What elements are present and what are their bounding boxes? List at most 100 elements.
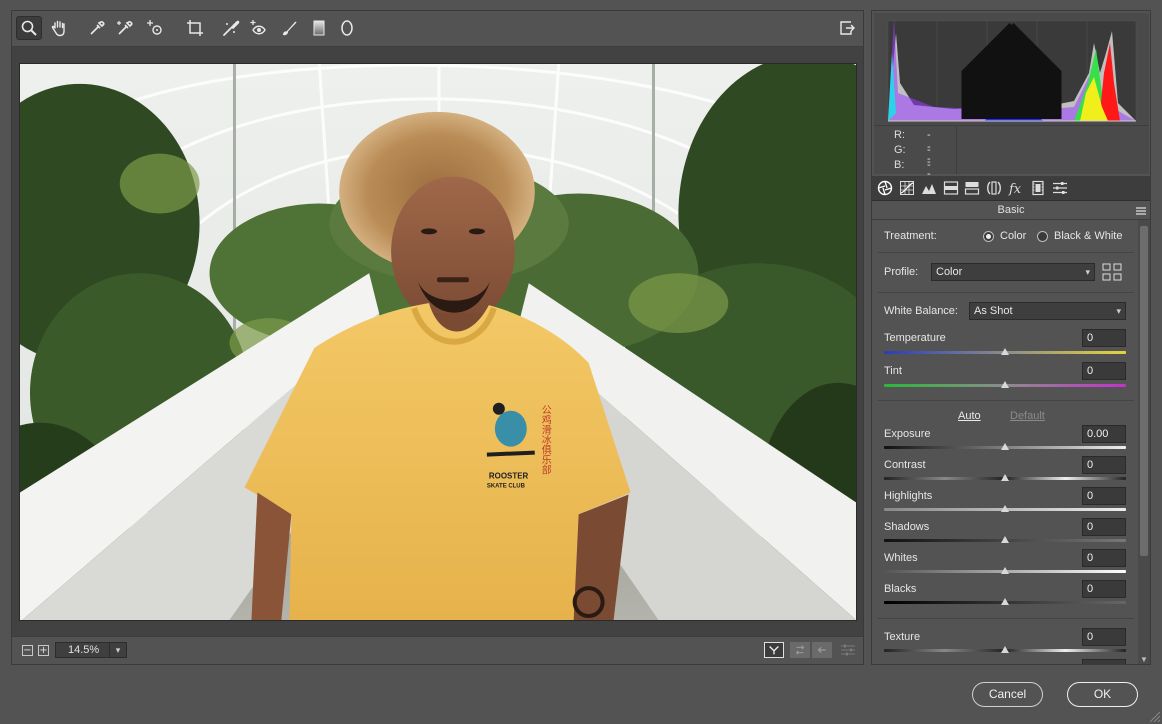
sliders-icon (1053, 182, 1067, 194)
white-balance-value: As Shot (974, 305, 1013, 317)
hand-tool[interactable] (46, 16, 72, 40)
film-strip-icon (1032, 180, 1044, 196)
treatment-label: Treatment: (884, 230, 937, 242)
open-preferences-icon (840, 21, 855, 35)
temperature-slider-thumb[interactable] (1001, 348, 1009, 355)
slider-label: Texture (884, 631, 921, 643)
fx-icon: fx (1008, 182, 1022, 196)
adjustment-brush-tool[interactable] (276, 16, 302, 40)
tab-lens-corrections[interactable] (984, 179, 1004, 197)
resize-grip-icon[interactable] (1150, 712, 1160, 722)
tab-split-toning[interactable] (962, 179, 982, 197)
spot-removal-tool[interactable] (218, 16, 244, 40)
temperature-value-input[interactable]: 0 (1082, 329, 1126, 347)
g-label: G: (894, 144, 906, 156)
profile-browser-grid-icon[interactable] (1102, 263, 1122, 281)
tab-detail[interactable] (919, 179, 939, 197)
before-after-toggle[interactable] (764, 642, 784, 658)
panel-menu-icon[interactable] (1136, 207, 1146, 215)
ok-button[interactable]: OK (1067, 682, 1138, 707)
profile-select[interactable]: Color ▾ (931, 263, 1095, 281)
graduated-filter-tool[interactable] (306, 16, 332, 40)
hand-icon (51, 20, 65, 37)
tab-basic[interactable] (875, 179, 895, 197)
white-balance-tool[interactable] (84, 16, 110, 40)
highlights-slider-thumb[interactable] (1001, 505, 1009, 512)
color-sampler-icon (117, 20, 133, 35)
swap-settings-button[interactable] (790, 642, 810, 658)
adjustment-brush-icon (283, 21, 297, 36)
tab-hsl[interactable] (941, 179, 961, 197)
targeted-adjustment-icon (147, 20, 162, 35)
divider (878, 292, 1134, 293)
scroll-down-arrow-icon[interactable]: ▼ (1140, 655, 1148, 664)
white-balance-eyedropper-icon (90, 20, 105, 35)
whites-value-input[interactable]: 0 (1082, 549, 1126, 567)
shirt-text-cjk: 公鸡滑冰俱乐部 (539, 405, 551, 476)
open-preferences-button[interactable] (834, 16, 860, 40)
chevron-down-icon: ▾ (109, 643, 126, 657)
white-balance-select[interactable]: As Shot ▾ (969, 302, 1126, 320)
zoom-level-select[interactable]: 14.5% ▾ (55, 642, 127, 658)
panel-scrollbar[interactable]: ▼ (1138, 220, 1150, 664)
tab-tone-curve[interactable] (897, 179, 917, 197)
shirt-text-2: SKATE CLUB (487, 483, 526, 489)
radial-filter-tool[interactable] (334, 16, 360, 40)
exposure-value-input[interactable]: 0.00 (1082, 425, 1126, 443)
auto-link[interactable]: Auto (958, 410, 981, 422)
radial-filter-icon (341, 20, 353, 36)
treatment-color-label[interactable]: Color (1000, 230, 1026, 242)
tab-calibration[interactable] (1028, 179, 1048, 197)
whites-slider-thumb[interactable] (1001, 567, 1009, 574)
zoom-out-button[interactable]: − (22, 645, 33, 656)
color-sampler-tool[interactable] (112, 16, 138, 40)
cancel-button[interactable]: Cancel (972, 682, 1043, 707)
crop-icon (187, 20, 203, 36)
image-preview-pane: ROOSTER SKATE CLUB 公鸡滑冰俱乐部 − + 14.5% ▾ (11, 10, 864, 665)
highlight-clipping-warning-icon[interactable] (872, 15, 1147, 127)
clarity-value-input[interactable] (1082, 659, 1126, 664)
blacks-slider-thumb[interactable] (1001, 598, 1009, 605)
profile-value: Color (936, 266, 963, 278)
exposure-slider-thumb[interactable] (1001, 443, 1009, 450)
contrast-slider-thumb[interactable] (1001, 474, 1009, 481)
targeted-adjustment-tool[interactable] (142, 16, 168, 40)
scrollbar-thumb[interactable] (1140, 226, 1148, 556)
panel-tab-bar: fx (872, 176, 1150, 201)
shadows-slider-thumb[interactable] (1001, 536, 1009, 543)
zoom-tool[interactable] (16, 16, 42, 40)
hsl-icon (943, 181, 959, 195)
profile-label: Profile: (884, 266, 919, 278)
tab-effects[interactable]: fx (1006, 179, 1026, 197)
red-eye-icon (250, 20, 266, 35)
treatment-color-radio[interactable] (983, 231, 994, 242)
divider (878, 400, 1134, 401)
chevron-down-icon: ▾ (1116, 306, 1121, 316)
zoom-in-button[interactable]: + (38, 645, 49, 656)
swap-icon (795, 645, 805, 655)
tint-slider-thumb[interactable] (1001, 381, 1009, 388)
toggle-settings-button[interactable] (838, 642, 858, 658)
divider (878, 618, 1134, 619)
contrast-value-input[interactable]: 0 (1082, 456, 1126, 474)
slider-label: Highlights (884, 490, 933, 502)
highlights-value-input[interactable]: 0 (1082, 487, 1126, 505)
svg-text:fx: fx (1008, 182, 1022, 196)
spot-removal-icon (223, 20, 240, 36)
tab-presets[interactable] (1050, 179, 1070, 197)
treatment-bw-radio[interactable] (1037, 231, 1048, 242)
treatment-bw-label[interactable]: Black & White (1054, 230, 1122, 242)
tint-value-input[interactable]: 0 (1082, 362, 1126, 380)
sliders-icon (841, 644, 855, 656)
preview-canvas[interactable]: ROOSTER SKATE CLUB 公鸡滑冰俱乐部 (12, 47, 863, 637)
default-link[interactable]: Default (1010, 410, 1045, 422)
copy-settings-button[interactable] (812, 642, 832, 658)
red-eye-tool[interactable] (246, 16, 272, 40)
blacks-value-input[interactable]: 0 (1082, 580, 1126, 598)
texture-slider-thumb[interactable] (1001, 646, 1009, 653)
divider (878, 252, 1134, 253)
crop-tool[interactable] (182, 16, 208, 40)
slider-label: Whites (884, 552, 918, 564)
texture-value-input[interactable]: 0 (1082, 628, 1126, 646)
shadows-value-input[interactable]: 0 (1082, 518, 1126, 536)
